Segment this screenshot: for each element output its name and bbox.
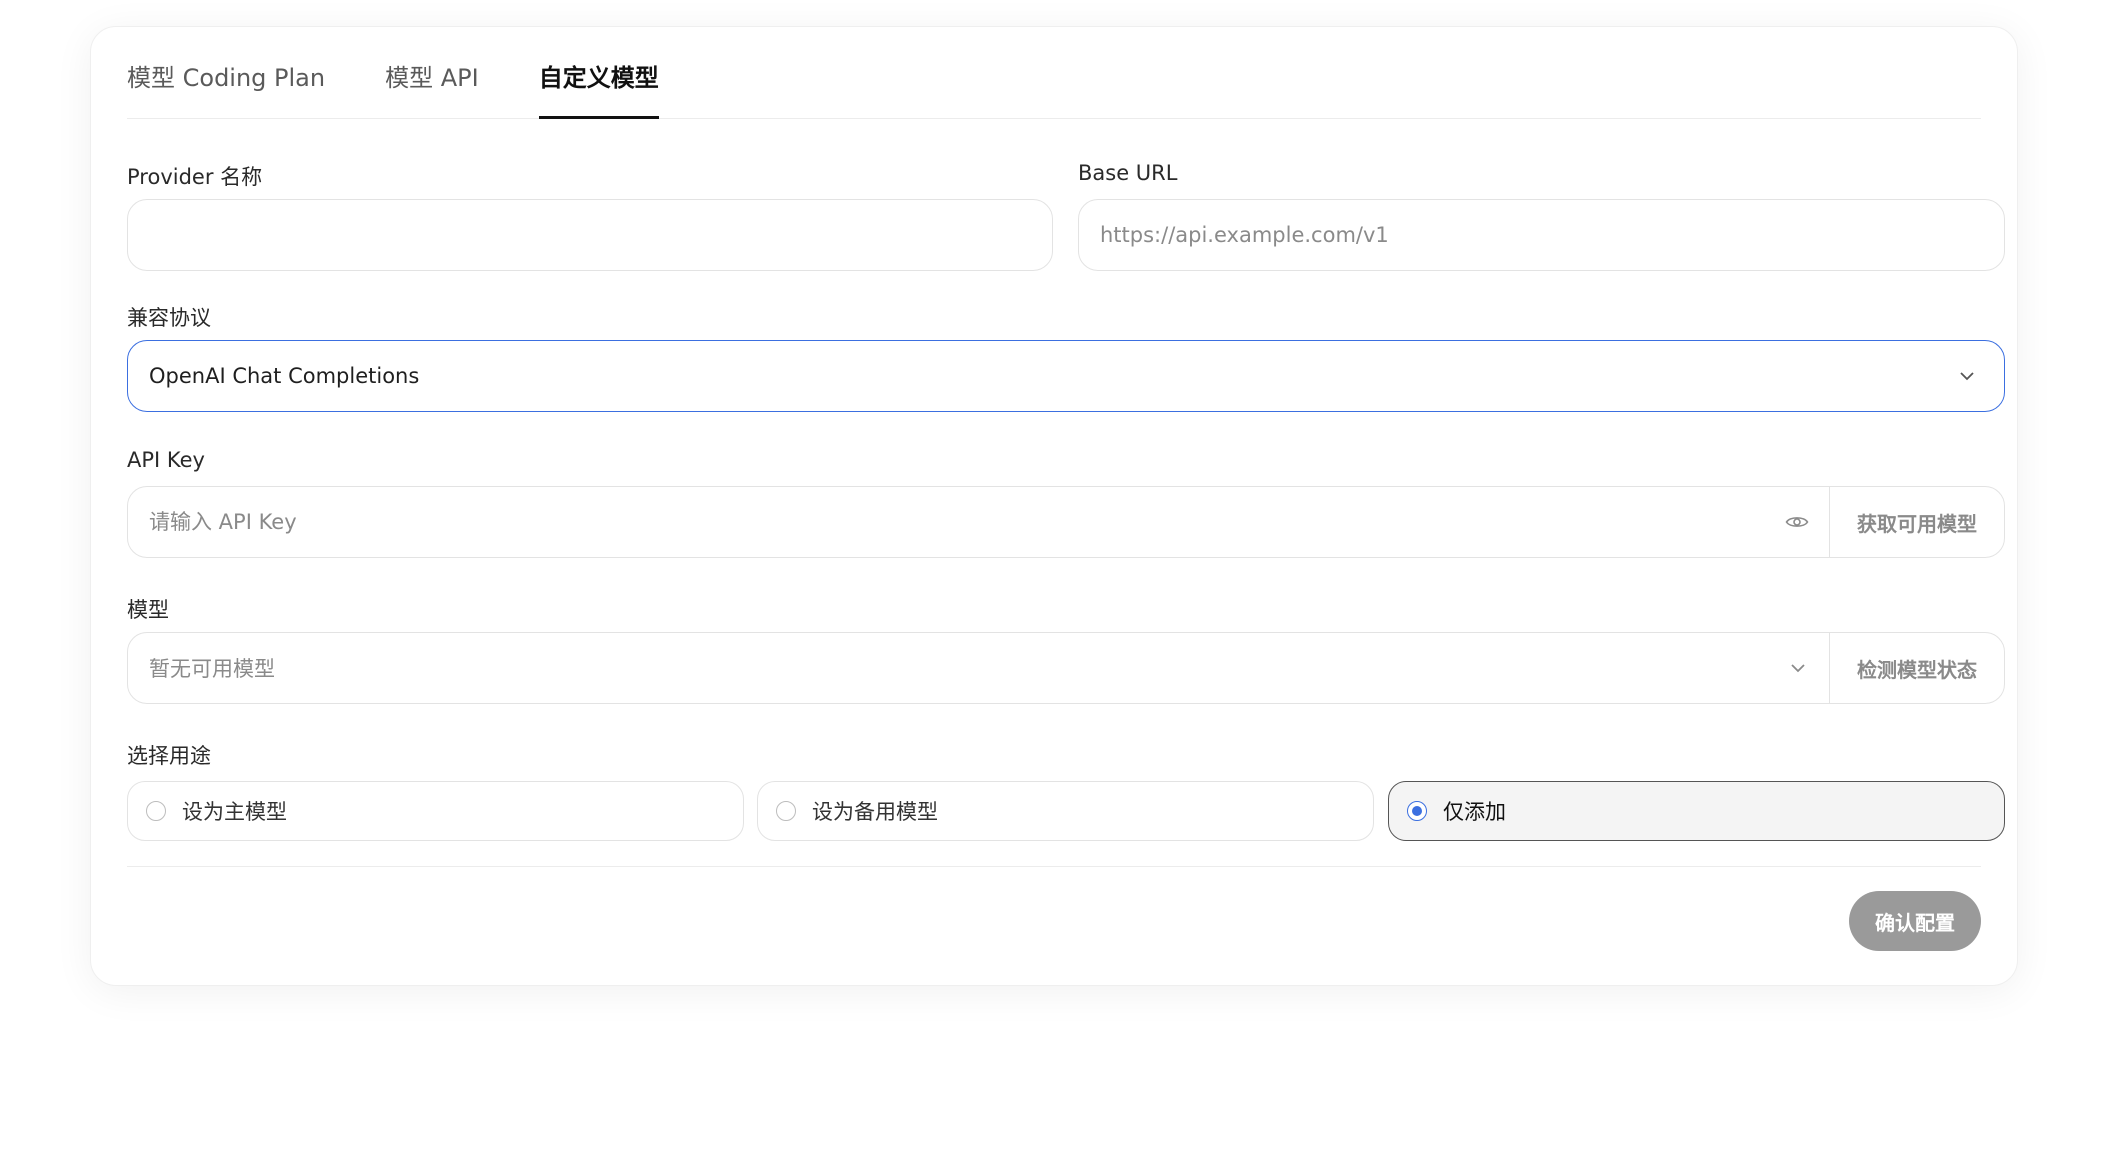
- radio-add-only[interactable]: 仅添加: [1388, 781, 2005, 841]
- tab-coding-plan[interactable]: 模型 Coding Plan: [127, 26, 325, 118]
- custom-model-card: 模型 Coding Plan 模型 API 自定义模型 Provider 名称 …: [90, 26, 2018, 986]
- radio-backup-model[interactable]: 设为备用模型: [757, 781, 1374, 841]
- fetch-models-button[interactable]: 获取可用模型: [1829, 487, 2004, 557]
- base-url-field[interactable]: [1078, 199, 2005, 271]
- tab-bar: 模型 Coding Plan 模型 API 自定义模型: [127, 27, 1981, 119]
- api-key-field[interactable]: 获取可用模型: [127, 486, 2005, 558]
- purpose-label: 选择用途: [127, 744, 211, 768]
- confirm-config-button[interactable]: 确认配置: [1849, 891, 1981, 951]
- provider-input[interactable]: [128, 200, 1052, 270]
- eye-icon[interactable]: [1785, 510, 1809, 534]
- radio-indicator: [146, 801, 166, 821]
- base-url-input[interactable]: [1079, 200, 2004, 270]
- api-key-input[interactable]: [128, 487, 1785, 557]
- radio-label: 设为主模型: [182, 800, 287, 824]
- radio-indicator: [1407, 801, 1427, 821]
- provider-label: Provider 名称: [127, 165, 263, 189]
- radio-indicator: [776, 801, 796, 821]
- api-key-label: API Key: [127, 448, 205, 472]
- model-label: 模型: [127, 598, 169, 622]
- divider: [127, 866, 1981, 867]
- model-select[interactable]: 暂无可用模型 检测模型状态: [127, 632, 2005, 704]
- model-placeholder: 暂无可用模型: [149, 657, 275, 681]
- protocol-select[interactable]: OpenAI Chat Completions: [127, 340, 2005, 412]
- tab-custom-model[interactable]: 自定义模型: [538, 26, 659, 119]
- radio-label: 仅添加: [1443, 800, 1506, 824]
- check-model-status-button[interactable]: 检测模型状态: [1829, 633, 2004, 703]
- chevron-down-icon: [1791, 661, 1805, 675]
- radio-label: 设为备用模型: [812, 800, 938, 824]
- radio-primary-model[interactable]: 设为主模型: [127, 781, 744, 841]
- base-url-label: Base URL: [1078, 161, 1178, 185]
- protocol-label: 兼容协议: [127, 306, 211, 330]
- chevron-down-icon: [1960, 369, 1974, 383]
- tab-model-api[interactable]: 模型 API: [385, 26, 479, 118]
- protocol-value: OpenAI Chat Completions: [149, 364, 420, 388]
- provider-field[interactable]: [127, 199, 1053, 271]
